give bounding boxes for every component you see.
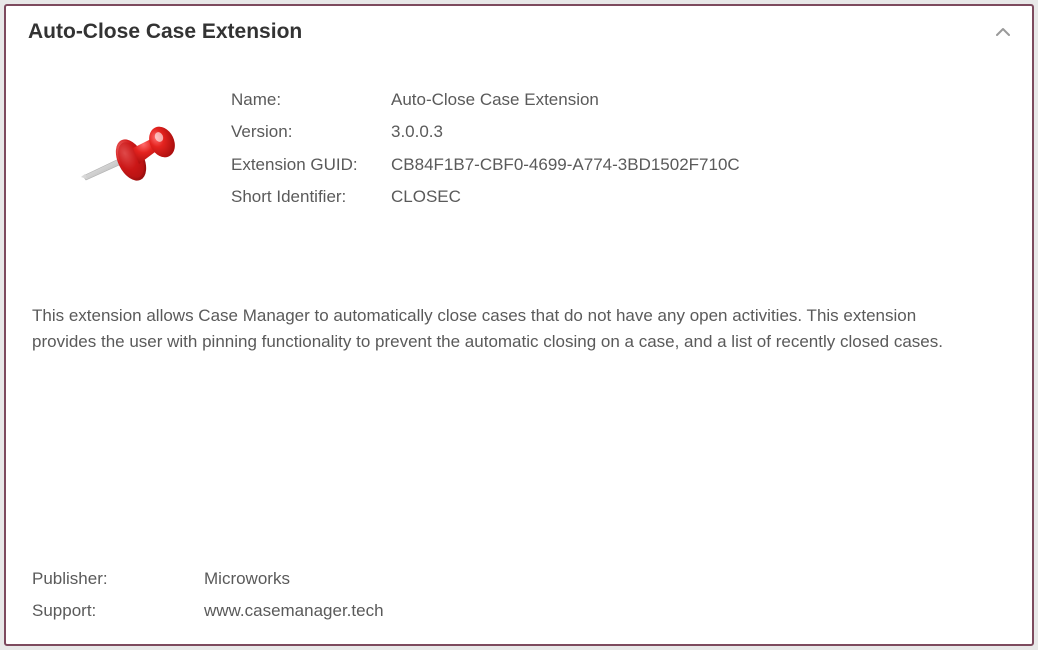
support-value: www.casemanager.tech — [204, 595, 384, 626]
field-row-version: Version: 3.0.0.3 — [231, 116, 1012, 148]
field-row-name: Name: Auto-Close Case Extension — [231, 84, 1012, 116]
publisher-label: Publisher: — [32, 563, 204, 594]
pushpin-icon — [79, 124, 179, 201]
fields-column: Name: Auto-Close Case Extension Version:… — [231, 84, 1012, 213]
name-value: Auto-Close Case Extension — [391, 84, 599, 116]
panel-header: Auto-Close Case Extension — [6, 6, 1032, 54]
shortid-value: CLOSEC — [391, 181, 461, 213]
guid-value: CB84F1B7-CBF0-4699-A774-3BD1502F710C — [391, 149, 740, 181]
guid-label: Extension GUID: — [231, 149, 391, 181]
support-label: Support: — [32, 595, 204, 626]
shortid-label: Short Identifier: — [231, 181, 391, 213]
collapse-chevron-icon[interactable] — [994, 23, 1012, 41]
description-text: This extension allows Case Manager to au… — [6, 213, 986, 354]
info-section: Name: Auto-Close Case Extension Version:… — [6, 54, 1032, 213]
field-row-guid: Extension GUID: CB84F1B7-CBF0-4699-A774-… — [231, 149, 1012, 181]
name-label: Name: — [231, 84, 391, 116]
version-label: Version: — [231, 116, 391, 148]
footer-section: Publisher: Microworks Support: www.casem… — [32, 563, 384, 626]
version-value: 3.0.0.3 — [391, 116, 443, 148]
icon-column — [26, 84, 231, 201]
field-row-shortid: Short Identifier: CLOSEC — [231, 181, 1012, 213]
footer-row-support: Support: www.casemanager.tech — [32, 595, 384, 626]
panel-title: Auto-Close Case Extension — [28, 20, 302, 44]
publisher-value: Microworks — [204, 563, 290, 594]
extension-details-panel: Auto-Close Case Extension — [4, 4, 1034, 646]
footer-row-publisher: Publisher: Microworks — [32, 563, 384, 594]
